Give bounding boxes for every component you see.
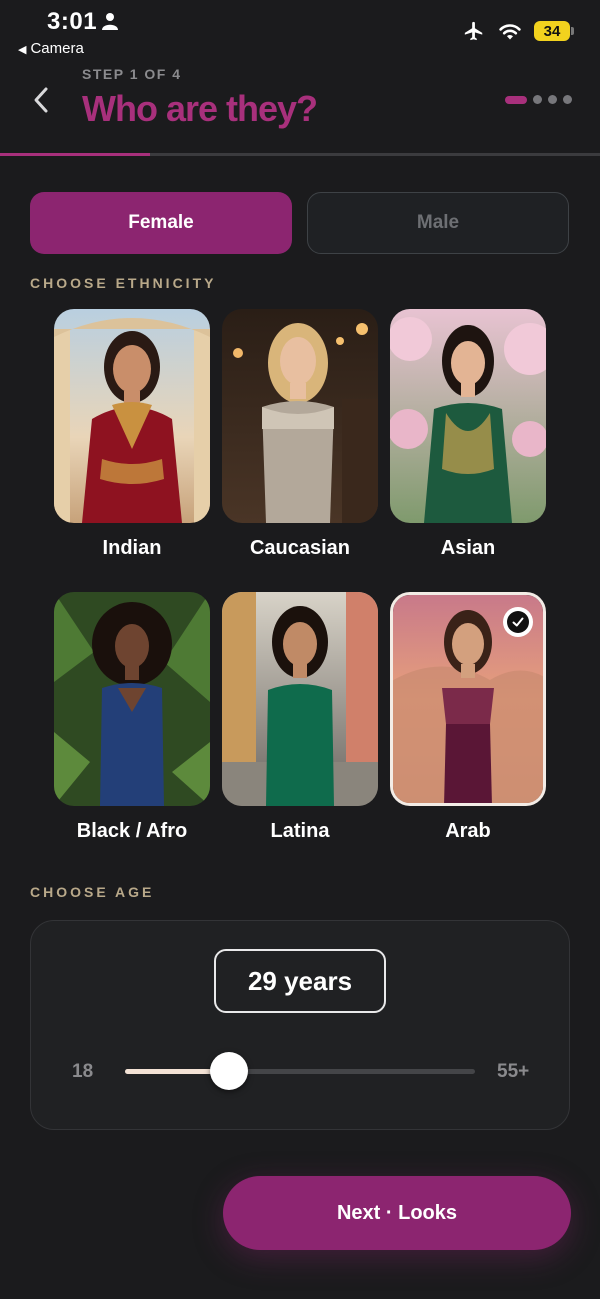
gender-female-button[interactable]: Female xyxy=(30,192,292,254)
step-dot xyxy=(548,95,557,104)
back-chevron-icon[interactable] xyxy=(28,84,54,116)
back-to-camera-link[interactable]: ◀ Camera xyxy=(18,40,84,57)
person-icon xyxy=(102,13,118,30)
back-app-label: Camera xyxy=(30,40,84,57)
age-max-label: 55+ xyxy=(497,1061,530,1082)
ethnicity-photo-latina xyxy=(222,592,378,806)
ethnicity-card-black-afro[interactable]: Black / Afro xyxy=(54,592,210,843)
age-slider-thumb[interactable] xyxy=(210,1052,249,1090)
wifi-icon xyxy=(499,24,521,40)
age-value-display: 29 years xyxy=(214,949,386,1013)
ethnicity-card-latina[interactable]: Latina xyxy=(222,592,378,843)
ethnicity-photo-black-afro xyxy=(54,592,210,806)
ethnicity-card-arab[interactable]: Arab xyxy=(390,592,546,843)
page-title: Who are they? xyxy=(82,88,318,129)
ethnicity-name: Asian xyxy=(440,537,496,559)
ethnicity-photo-arab xyxy=(390,592,546,806)
step-dot xyxy=(563,95,572,104)
step-dot xyxy=(533,95,542,104)
gender-male-button[interactable]: Male xyxy=(307,192,569,254)
ethnicity-name: Indian xyxy=(102,537,162,559)
ethnicity-photo-indian xyxy=(54,309,210,523)
status-time: 3:01 xyxy=(47,8,98,35)
ethnicity-name: Arab xyxy=(445,820,491,842)
next-looks-button[interactable]: Next · Looks xyxy=(223,1176,571,1250)
battery-icon: 34 xyxy=(534,21,574,41)
step-label: STEP 1 OF 4 xyxy=(82,66,182,82)
ethnicity-card-caucasian[interactable]: Caucasian xyxy=(222,309,378,560)
age-min-label: 18 xyxy=(72,1061,94,1082)
ethnicity-name: Black / Afro xyxy=(76,820,188,842)
system-icons: 34 xyxy=(462,20,574,42)
back-triangle-icon: ◀ xyxy=(18,44,27,56)
ethnicity-name: Caucasian xyxy=(249,537,351,559)
ethnicity-card-indian[interactable]: Indian xyxy=(54,309,210,560)
selected-check-icon xyxy=(503,607,533,637)
ethnicity-section-label: CHOOSE ETHNICITY xyxy=(30,275,217,291)
ethnicity-photo-asian xyxy=(390,309,546,523)
progress-fill xyxy=(0,153,150,156)
ethnicity-photo-caucasian xyxy=(222,309,378,523)
ethnicity-card-asian[interactable]: Asian xyxy=(390,309,546,560)
airplane-icon xyxy=(464,21,483,41)
step-dot-active xyxy=(505,95,527,104)
ethnicity-name: Latina xyxy=(270,820,330,842)
age-section-label: CHOOSE AGE xyxy=(30,884,155,900)
step-indicator xyxy=(505,95,572,104)
